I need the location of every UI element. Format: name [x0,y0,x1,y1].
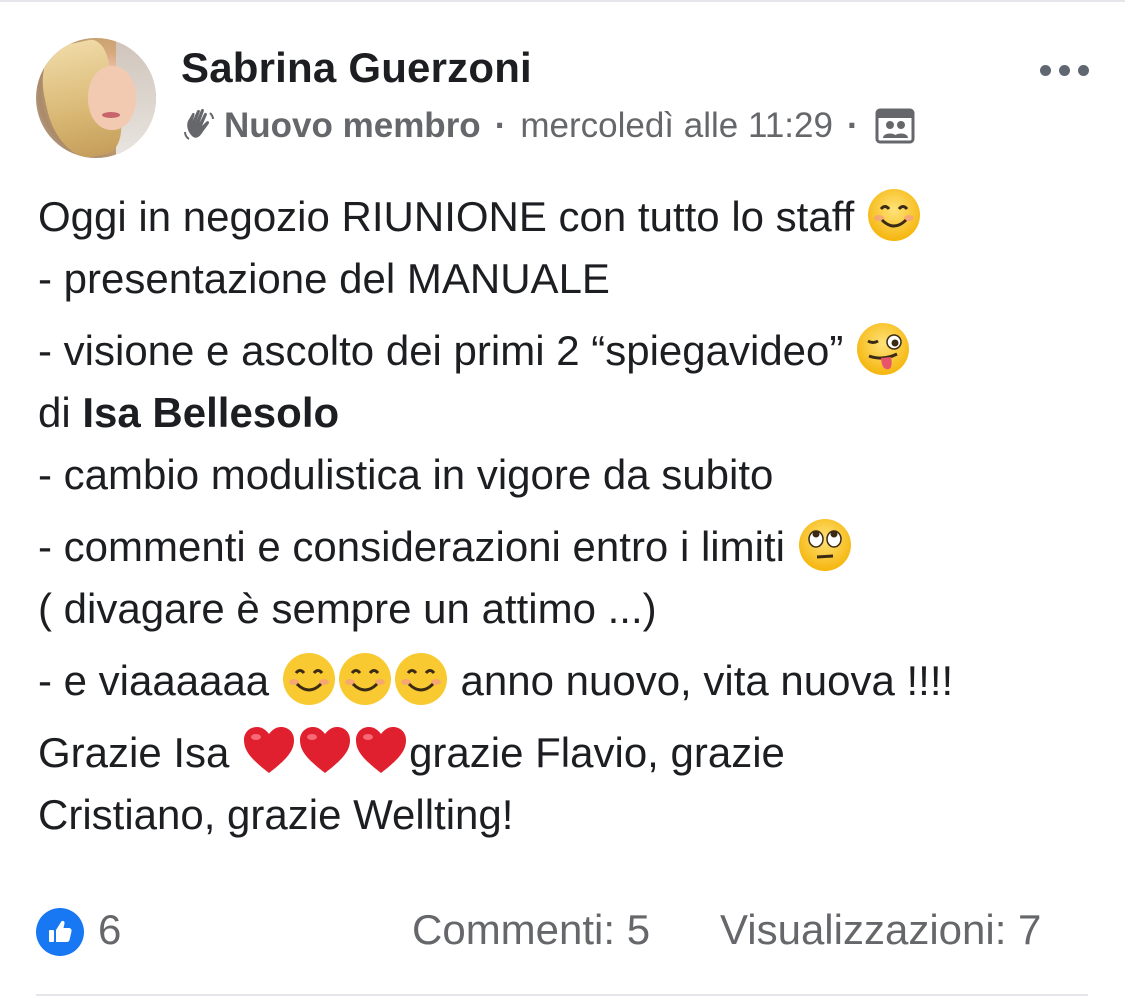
post-line-text: Grazie Isa [38,729,242,776]
post-line: ( divagare è sempre un attimo ...) [38,585,657,632]
post-line: - cambio modulistica in vigore da subito [38,451,774,498]
post-line-text: - visione e ascolto dei primi 2 “spiegav… [38,327,856,374]
top-divider [0,0,1125,2]
post-timestamp[interactable]: mercoledì alle 11:29 [520,106,833,146]
post-line-text: - commenti e considerazioni entro i limi… [38,523,797,570]
mention-link[interactable]: Isa Bellesolo [82,389,339,436]
eye-roll-emoji [798,519,851,571]
new-member-badge: Nuovo membro [224,106,481,145]
post-line: - presentazione del MANUALE [38,255,610,302]
more-options-icon [1040,64,1051,76]
smiling-face-emoji [338,653,391,705]
smiling-face-emoji [282,653,335,705]
meta-separator: · [846,106,859,145]
waving-hand-icon [184,108,214,140]
post-line-text: grazie Flavio, grazie [409,729,785,776]
post-line-text: - e viaaaaaa [38,657,281,704]
more-options-button[interactable] [1040,60,1092,80]
like-count[interactable]: 6 [98,906,121,954]
avatar[interactable] [36,38,156,158]
avatar-lips [102,112,120,118]
red-heart-emoji [300,727,351,773]
post-line-text: anno nuovo, vita nuova !!!! [448,657,954,704]
post-body: Oggi in negozio RIUNIONE con tutto lo st… [38,186,1098,846]
more-options-icon [1059,64,1070,76]
author-name[interactable]: Sabrina Guerzoni [181,44,532,92]
smiling-face-emoji [394,653,447,705]
post-line: - commenti e considerazioni entro i limi… [38,516,1098,578]
post-line: Oggi in negozio RIUNIONE con tutto lo st… [38,186,1098,248]
group-audience-icon [875,108,915,144]
post-line: - visione e ascolto dei primi 2 “spiegav… [38,320,1098,382]
meta-separator: · [494,106,507,145]
views-count[interactable]: Visualizzazioni: 7 [720,906,1041,954]
post-line-text: di [38,389,83,436]
red-heart-emoji [356,727,407,773]
more-options-icon [1078,64,1089,76]
bottom-divider [36,994,1088,996]
smiling-face-emoji [867,189,920,241]
winking-face-tongue-emoji [857,323,910,375]
post-line: Cristiano, grazie Wellting! [38,791,514,838]
red-heart-emoji [244,727,295,773]
avatar-face [88,66,136,130]
comments-count[interactable]: Commenti: 5 [412,906,650,954]
post-line: di Isa Bellesolo [38,382,1098,444]
post-line: - e viaaaaaa anno nuovo, vita nuova !!!! [38,650,1098,712]
post-meta: Nuovo membro · mercoledì alle 11:29 · [180,104,915,148]
post-line: Grazie Isa grazie Flavio, grazie [38,722,1098,784]
like-icon [49,920,72,942]
like-reaction-button[interactable] [36,908,84,956]
post-line-text: Oggi in negozio RIUNIONE con tutto lo st… [38,193,866,240]
